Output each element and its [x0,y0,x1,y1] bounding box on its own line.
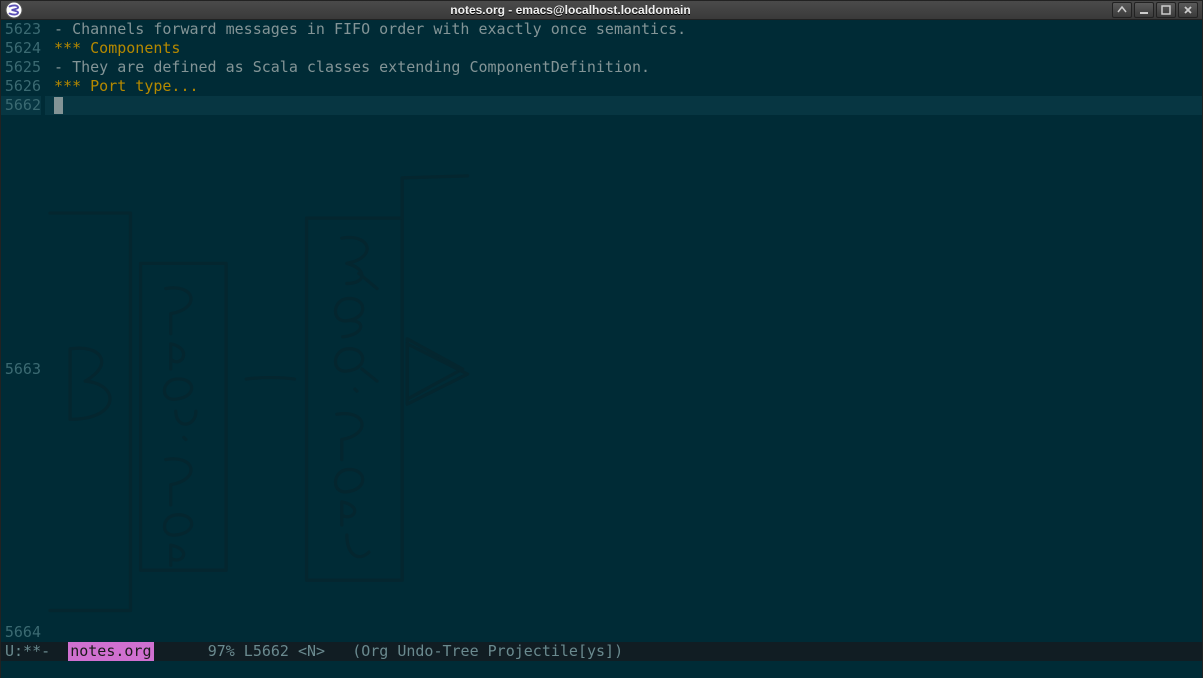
text-line: - They are defined as Scala classes exte… [45,58,1202,77]
emacs-icon [5,1,23,19]
modeline-position: 97% L5662 [208,642,298,661]
linenum: 5624 [1,39,41,58]
window-title: notes.org - emacs@localhost.localdomain [29,3,1112,17]
modeline-evil-state: <N> [298,642,352,661]
linenum: 5664 [1,623,41,642]
titlebar[interactable]: notes.org - emacs@localhost.localdomain [1,1,1202,20]
app-window: notes.org - emacs@localhost.localdomain … [0,0,1203,678]
minimize-button[interactable] [1134,2,1154,18]
window-controls [1112,2,1198,18]
linenum: 5623 [1,20,41,39]
text-line: - Channels forward messages in FIFO orde… [45,20,1202,39]
text-line [45,623,1202,642]
maximize-button[interactable] [1156,2,1176,18]
linenum-current: 5662 [1,96,41,115]
modeline[interactable]: U:**- notes.org 97% L5662 <N> (Org Undo-… [1,642,1202,661]
org-heading: *** Components [45,39,1202,58]
cursor [54,97,63,114]
modeline-flags: U:**- [5,642,68,661]
close-button[interactable] [1178,2,1198,18]
inline-image [45,115,1202,623]
org-heading: *** Port type... [45,77,1202,96]
echo-area[interactable] [1,661,1202,678]
emacs-frame: 5623 - Channels forward messages in FIFO… [1,20,1202,678]
modeline-modes: (Org Undo-Tree Projectile[ys]) [352,642,623,661]
modeline-buffer-name: notes.org [68,642,153,661]
rollup-button[interactable] [1112,2,1132,18]
linenum: 5625 [1,58,41,77]
linenum: 5663 [5,360,41,379]
cursor-line [45,96,1202,115]
buffer[interactable]: 5623 - Channels forward messages in FIFO… [1,20,1202,642]
linenum: 5626 [1,77,41,96]
